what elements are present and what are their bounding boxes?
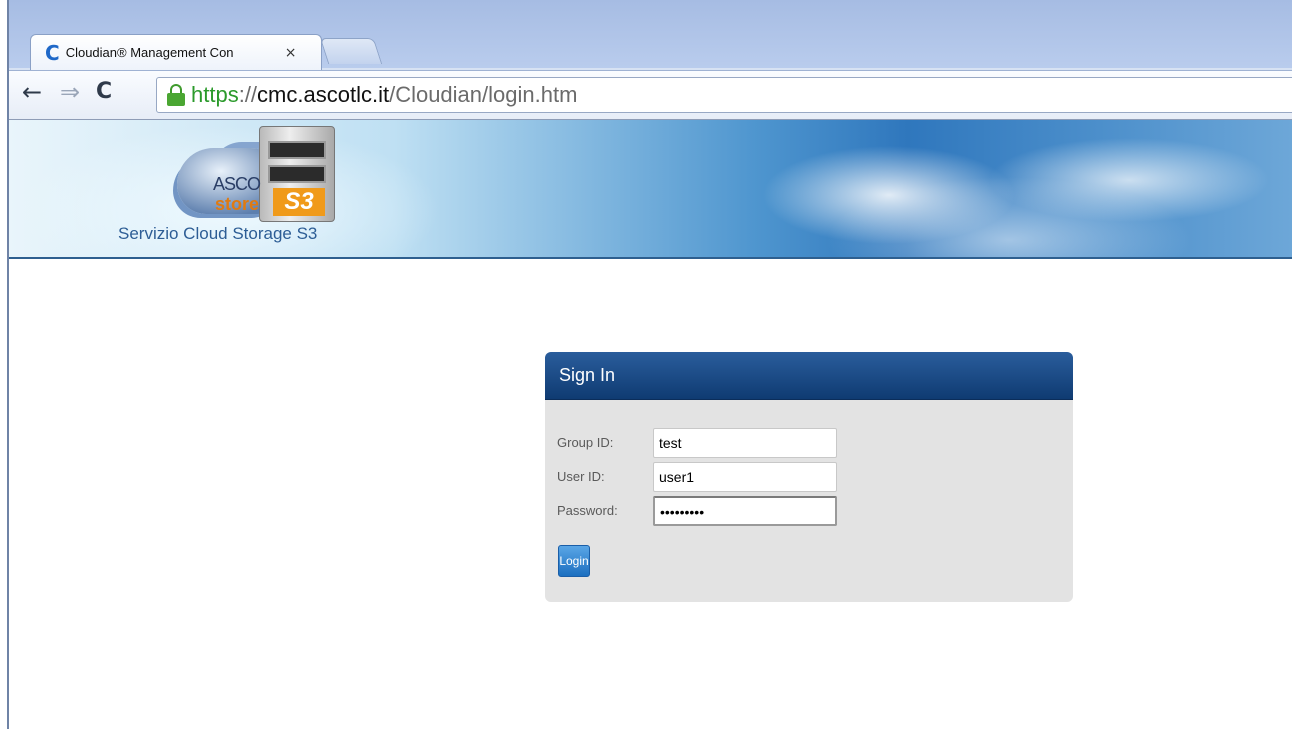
group-id-input[interactable]: test bbox=[653, 428, 837, 458]
site-banner: ASCO store S3 Servizio Cloud Storage S3 bbox=[9, 120, 1292, 259]
login-button[interactable]: Login bbox=[558, 545, 590, 577]
forward-arrow-icon[interactable]: ⇒ bbox=[60, 78, 80, 106]
asco-store-s3-logo: ASCO store S3 bbox=[177, 126, 337, 234]
group-id-label: Group ID: bbox=[557, 435, 614, 450]
new-tab-button[interactable] bbox=[319, 38, 383, 64]
url-path: /Cloudian/login.htm bbox=[389, 82, 578, 107]
password-label: Password: bbox=[557, 503, 618, 518]
logo-store-text: store bbox=[215, 194, 260, 214]
password-input[interactable]: ••••••••• bbox=[653, 496, 837, 526]
logo-s3-badge: S3 bbox=[273, 188, 325, 216]
back-arrow-icon[interactable]: ← bbox=[22, 78, 42, 106]
browser-tab-active[interactable]: C Cloudian® Management Con × bbox=[30, 34, 322, 70]
user-id-input[interactable]: user1 bbox=[653, 462, 837, 492]
close-tab-icon[interactable]: × bbox=[285, 45, 297, 61]
sign-in-header: Sign In bbox=[545, 352, 1073, 400]
tab-strip: C Cloudian® Management Con × bbox=[8, 0, 1292, 70]
url-scheme: https bbox=[191, 82, 239, 107]
lock-icon[interactable] bbox=[167, 84, 185, 106]
url-separator: :// bbox=[238, 82, 258, 107]
reload-icon[interactable]: C bbox=[96, 79, 112, 104]
browser-toolbar: ← ⇒ C https://cmc.ascotlc.it/Cloudian/lo… bbox=[8, 70, 1292, 120]
sign-in-title: Sign In bbox=[559, 365, 616, 385]
tab-title: Cloudian® Management Con bbox=[65, 45, 234, 60]
window-border bbox=[7, 0, 9, 729]
url-host: cmc.ascotlc.it bbox=[257, 82, 390, 107]
logo-asco-text: ASCO bbox=[213, 174, 261, 194]
user-id-label: User ID: bbox=[557, 469, 605, 484]
url-text[interactable]: https://cmc.ascotlc.it/Cloudian/login.ht… bbox=[191, 82, 577, 108]
address-bar[interactable]: https://cmc.ascotlc.it/Cloudian/login.ht… bbox=[156, 77, 1292, 113]
cloudian-favicon-icon: C bbox=[45, 40, 60, 65]
sign-in-panel: Sign In Group ID: test User ID: user1 Pa… bbox=[545, 352, 1073, 602]
banner-caption: Servizio Cloud Storage S3 bbox=[118, 224, 318, 243]
